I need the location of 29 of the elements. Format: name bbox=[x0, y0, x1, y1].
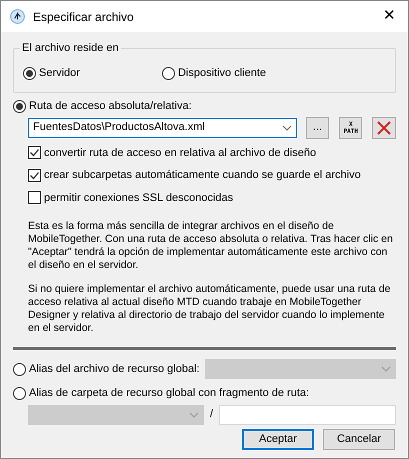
radio-label: Alias de carpeta de recurso global con fragmento de ruta: bbox=[29, 386, 310, 401]
path-field[interactable]: FuentesDatos\ProductosAltova.xml bbox=[28, 118, 297, 138]
help-text: Esta es la forma más sencilla de integrar archivos en el diseño de MobileTogether. Con una ruta de acceso absoluta o relativa. Tras hacer clic en "Aceptar" tendrá la opción de implementar automáticamente este archivo con el diseño en el servidor. bbox=[28, 220, 394, 272]
checkbox[interactable] bbox=[28, 191, 41, 204]
checkbox-label: permitir conexiones SSL desconocidas bbox=[44, 190, 234, 206]
radio-label: Dispositivo cliente bbox=[178, 66, 266, 82]
dialog-button[interactable]: Cancelar bbox=[323, 428, 395, 450]
checkbox-label: crear subcarpetas automáticamente cuando se guarde el archivo bbox=[44, 168, 361, 183]
chevron-down-icon bbox=[282, 124, 292, 130]
help-text: Si no quiere implementar el archivo automáticamente, puede usar una ruta de acceso relativa al actual diseño MTD cuando trabaje en MobileTogether Designer y relativa al directorio de trabajo del servidor cuando lo implemente en el servidor. bbox=[28, 283, 392, 335]
dialog-button[interactable]: Aceptar bbox=[242, 428, 314, 450]
chevron-down-icon bbox=[189, 412, 199, 418]
delete-button[interactable] bbox=[372, 116, 396, 138]
checkbox[interactable] bbox=[28, 168, 41, 182]
browse-button[interactable]: ... bbox=[306, 116, 330, 138]
radio-label: Servidor bbox=[39, 66, 80, 82]
window-title: Especificar archivo bbox=[33, 8, 134, 26]
path-separator: / bbox=[210, 407, 214, 422]
close-button[interactable]: ✕ bbox=[383, 5, 396, 28]
checkbox[interactable] bbox=[28, 146, 41, 160]
close-icon bbox=[377, 120, 392, 134]
radio-label: Ruta de acceso absoluta/relativa: bbox=[29, 99, 192, 114]
app-icon bbox=[10, 9, 25, 24]
radio-label: Alias del archivo de recurso global: bbox=[29, 362, 200, 377]
chevron-down-icon bbox=[381, 366, 391, 372]
checkbox-label: convertir ruta de acceso en relativa al archivo de diseño bbox=[44, 146, 316, 160]
radio-button[interactable] bbox=[13, 100, 26, 113]
radio-button[interactable] bbox=[23, 67, 36, 80]
radio-button[interactable] bbox=[162, 67, 175, 80]
